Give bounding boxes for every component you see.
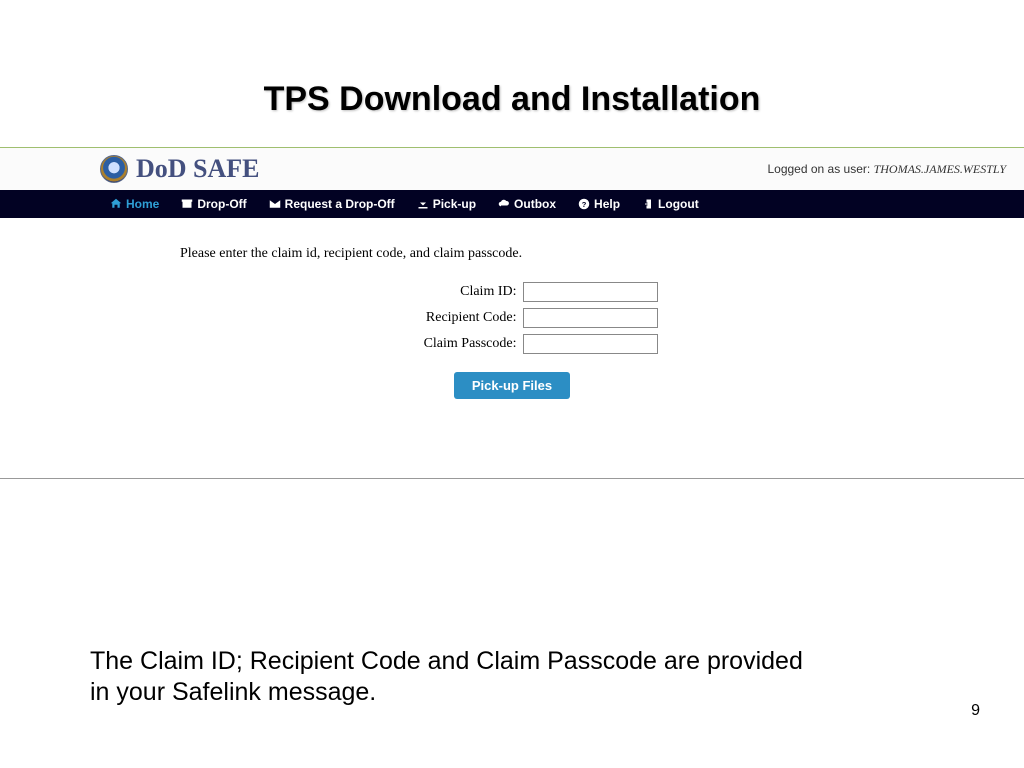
- user-name: THOMAS.JAMES.WESTLY: [874, 162, 1006, 176]
- page-number: 9: [971, 702, 980, 720]
- nav-dropoff[interactable]: Drop-Off: [181, 197, 246, 211]
- pickup-form: Claim ID: Recipient Code: Claim Passcode…: [312, 282, 712, 399]
- label-recipient: Recipient Code:: [367, 310, 517, 326]
- nav-pickup[interactable]: Pick-up: [417, 197, 476, 211]
- user-prefix: Logged on as user:: [767, 162, 870, 176]
- nav-request[interactable]: Request a Drop-Off: [269, 197, 395, 211]
- row-recipient: Recipient Code:: [312, 308, 712, 328]
- row-passcode: Claim Passcode:: [312, 334, 712, 354]
- row-claim-id: Claim ID:: [312, 282, 712, 302]
- content-area: Please enter the claim id, recipient cod…: [0, 218, 1024, 478]
- download-icon: [417, 198, 429, 210]
- logout-icon: [642, 198, 654, 210]
- envelope-icon: [269, 198, 281, 210]
- app-header: DoD SAFE Logged on as user: THOMAS.JAMES…: [0, 148, 1024, 190]
- svg-text:?: ?: [582, 200, 587, 209]
- input-passcode[interactable]: [523, 334, 658, 354]
- user-block: Logged on as user: THOMAS.JAMES.WESTLY: [767, 162, 1006, 177]
- nav-outbox-label: Outbox: [514, 197, 556, 211]
- nav-help[interactable]: ? Help: [578, 197, 620, 211]
- slide-title: TPS Download and Installation: [0, 0, 1024, 147]
- brand: DoD SAFE: [100, 154, 260, 184]
- app-frame: DoD SAFE Logged on as user: THOMAS.JAMES…: [0, 147, 1024, 479]
- help-icon: ?: [578, 198, 590, 210]
- pickup-files-button[interactable]: Pick-up Files: [454, 372, 570, 399]
- nav-help-label: Help: [594, 197, 620, 211]
- slide-caption: The Claim ID; Recipient Code and Claim P…: [90, 646, 810, 709]
- nav-pickup-label: Pick-up: [433, 197, 476, 211]
- label-claim-id: Claim ID:: [367, 284, 517, 300]
- navbar: Home Drop-Off Request a Drop-Off Pick-up…: [0, 190, 1024, 218]
- nav-dropoff-label: Drop-Off: [197, 197, 246, 211]
- button-row: Pick-up Files: [312, 372, 712, 399]
- form-instruction: Please enter the claim id, recipient cod…: [180, 246, 1024, 262]
- nav-home[interactable]: Home: [110, 197, 159, 211]
- cloud-icon: [498, 198, 510, 210]
- label-passcode: Claim Passcode:: [367, 336, 517, 352]
- nav-logout[interactable]: Logout: [642, 197, 699, 211]
- dod-seal-icon: [100, 155, 128, 183]
- nav-outbox[interactable]: Outbox: [498, 197, 556, 211]
- input-claim-id[interactable]: [523, 282, 658, 302]
- nav-request-label: Request a Drop-Off: [285, 197, 395, 211]
- nav-home-label: Home: [126, 197, 159, 211]
- box-icon: [181, 198, 193, 210]
- input-recipient[interactable]: [523, 308, 658, 328]
- home-icon: [110, 198, 122, 210]
- brand-text: DoD SAFE: [136, 154, 260, 184]
- nav-logout-label: Logout: [658, 197, 699, 211]
